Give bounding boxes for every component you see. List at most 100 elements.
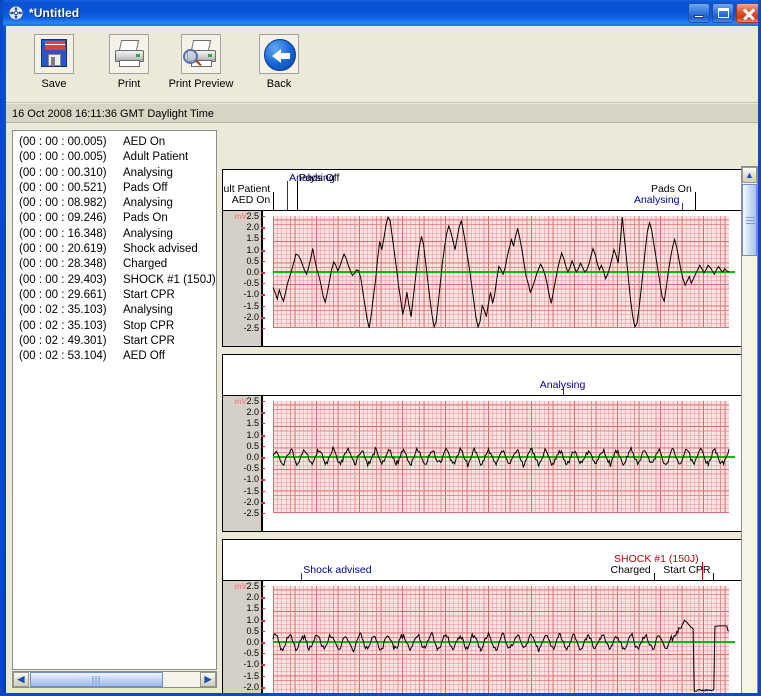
maximize-button[interactable] — [712, 3, 734, 23]
scroll-left-button[interactable]: ◀ — [13, 672, 29, 687]
scroll-thumb-grip — [746, 216, 755, 224]
event-label: SHOCK #1 (150J) — [123, 273, 216, 286]
strip-annotation-header: AnalysingPads OffAdult PatientAED OnPads… — [223, 170, 743, 211]
back-button-label: Back — [266, 78, 292, 90]
y-axis-tick-label: 2.5 — [235, 582, 267, 591]
y-axis-tick-label: 2.0 — [235, 408, 271, 417]
window-controls — [688, 3, 758, 23]
y-axis-tick-label: 0.5 — [235, 256, 267, 266]
y-axis-tick-label: 1.0 — [235, 615, 271, 625]
event-log-row[interactable]: (00 : 00 : 20.619) Shock advised — [19, 242, 216, 257]
y-axis-tick-label: -1.0 — [235, 290, 271, 299]
scroll-thumb-grip — [92, 676, 101, 685]
event-time: (00 : 02 : 35.103) — [19, 319, 107, 332]
y-axis-tick-label: 0.5 — [235, 441, 267, 451]
annotation-tick-mark — [713, 573, 715, 581]
event-time: (00 : 00 : 28.348) — [19, 258, 107, 271]
event-time: (00 : 00 : 29.661) — [19, 288, 107, 301]
print-preview-button[interactable]: Print Preview — [156, 30, 246, 100]
chart-vertical-scrollbar[interactable]: ▲ ▼ — [741, 166, 758, 693]
ecg-trace — [272, 445, 730, 469]
print-preview-icon — [181, 34, 221, 74]
ecg-plot[interactable] — [265, 581, 743, 693]
strip-annotation-label: Analysing — [633, 194, 680, 206]
event-log-list[interactable]: (00 : 00 : 00.005) AED On (00 : 00 : 00.00… — [12, 130, 217, 670]
strip-annotation-label: Shock advised — [303, 564, 372, 576]
event-log-row[interactable]: (00 : 00 : 16.348) Analysing — [19, 227, 216, 242]
strip-annotation-label: AED On — [231, 194, 271, 206]
strip-annotation-label: Charged — [610, 564, 651, 576]
event-time: (00 : 00 : 20.619) — [19, 243, 107, 256]
y-axis-tick-label: 0.5 — [235, 626, 267, 636]
vertical-scroll-thumb[interactable] — [742, 184, 757, 256]
annotation-tick-mark — [273, 203, 275, 211]
event-log-row[interactable]: (00 : 00 : 00.005) AED On — [19, 135, 216, 150]
event-time: (00 : 00 : 29.403) — [19, 273, 107, 286]
event-log-horizontal-scrollbar[interactable]: ◀ ▶ — [12, 671, 217, 688]
ecg-strip-2[interactable]: Shock advised SHOCK #1 (150J) Charged Start… — [222, 539, 744, 693]
event-log-row[interactable]: (00 : 02 : 35.103) Analysing — [19, 303, 216, 318]
event-log-row[interactable]: (00 : 02 : 49.301) Start CPR — [19, 334, 216, 349]
scroll-left-arrow-icon: ◀ — [17, 674, 25, 684]
event-log-row[interactable]: (00 : 02 : 53.104) AED Off — [19, 349, 216, 364]
annotation-tick-mark — [562, 388, 564, 396]
event-log-row[interactable]: (00 : 00 : 28.348) Charged — [19, 257, 216, 272]
ecg-strip-chart-area: AnalysingPads OffAdult PatientAED OnPads… — [222, 166, 744, 693]
event-log-row[interactable]: (00 : 00 : 00.521) Pads Off — [19, 181, 216, 196]
y-axis-tick-label: -2.5 — [235, 509, 267, 518]
y-axis-tick-label: 1.5 — [235, 234, 267, 243]
y-axis-tick-label: -1.5 — [235, 671, 267, 681]
title-bar: *Untitled — [3, 0, 758, 26]
event-log-row[interactable]: (00 : 00 : 08.982) Analysing — [19, 196, 216, 211]
event-log-row[interactable]: (00 : 00 : 29.661) Start CPR — [19, 288, 216, 303]
event-time: (00 : 00 : 00.005) — [19, 136, 107, 148]
event-log-row[interactable]: (00 : 02 : 35.103) Stop CPR — [19, 319, 216, 334]
y-axis-tick-label: -2.5 — [235, 324, 267, 333]
event-log-row[interactable]: (00 : 00 : 29.403) SHOCK #1 (150J) — [19, 273, 216, 288]
minimize-button[interactable] — [688, 3, 710, 23]
ecg-plot[interactable] — [265, 211, 743, 346]
y-axis-tick-label: -1.5 — [235, 486, 267, 496]
y-axis-tick-label: -0.5 — [235, 464, 267, 473]
annotation-tick-mark — [694, 192, 696, 211]
annotation-tick-mark — [653, 573, 655, 581]
event-label: Adult Patient — [123, 151, 189, 164]
ecg-trace — [272, 215, 730, 329]
scroll-right-button[interactable]: ▶ — [200, 672, 216, 687]
event-log-row[interactable]: (00 : 00 : 09.246) Pads On — [19, 211, 216, 226]
annotation-tick-mark — [301, 573, 303, 581]
event-log-panel: (00 : 00 : 00.005) AED On (00 : 00 : 00.00… — [12, 130, 217, 688]
event-log-row[interactable]: (00 : 00 : 00.005) Adult Patient — [19, 150, 216, 165]
ecg-strip-1[interactable]: Analysing mV 2.5 2.0 1.5 1.0 0.5 0.0 -0.5 -1.0 -1.… — [222, 354, 744, 532]
recording-timestamp: 16 Oct 2008 16:11:36 GMT Daylight Time — [12, 108, 214, 120]
scroll-up-button[interactable]: ▲ — [742, 167, 757, 183]
y-axis-tick-label: -1.0 — [235, 660, 271, 669]
client-area: Save Print Print Preview Back 16 Oct 200… — [6, 26, 758, 693]
event-time: (00 : 02 : 49.301) — [19, 334, 107, 347]
event-label: Shock advised — [123, 243, 198, 256]
strip-plot-body: mV2.52.01.51.00.50.0-0.5-1.0-1.5-2.0-2.5 — [223, 396, 743, 531]
horizontal-scroll-track[interactable] — [163, 672, 200, 687]
horizontal-scroll-thumb[interactable] — [30, 672, 163, 687]
y-axis-tick-label: 1.0 — [235, 430, 271, 440]
event-label: Analysing — [123, 197, 173, 210]
event-time: (00 : 00 : 16.348) — [19, 227, 107, 240]
y-axis-tick-label: -1.0 — [235, 475, 271, 484]
event-time: (00 : 00 : 00.310) — [19, 166, 107, 179]
event-log-row[interactable]: (00 : 00 : 00.310) Analysing — [19, 166, 216, 181]
strip-annotation-label: Pads Off — [298, 172, 340, 184]
toolbar: Save Print Print Preview Back — [6, 26, 758, 103]
ecg-plot[interactable] — [265, 396, 743, 531]
window-title: *Untitled — [29, 6, 80, 20]
y-axis-tick-label: -2.0 — [235, 682, 271, 692]
event-label: Charged — [123, 258, 168, 271]
y-axis: mV2.52.01.51.00.50.0-0.5-1.0-1.5-2.0-2.5 — [223, 211, 271, 346]
back-button[interactable]: Back — [234, 30, 324, 100]
application-window: *Untitled Save Print Print Preview Back … — [0, 0, 761, 696]
event-time: (00 : 02 : 53.104) — [19, 350, 107, 363]
close-button[interactable] — [736, 3, 758, 23]
y-axis-tick-label: 2.0 — [235, 223, 271, 232]
ecg-strip-0[interactable]: AnalysingPads OffAdult PatientAED OnPads… — [222, 169, 744, 347]
y-axis-tick-label: -2.0 — [235, 497, 271, 507]
event-time: (00 : 00 : 08.982) — [19, 197, 107, 210]
